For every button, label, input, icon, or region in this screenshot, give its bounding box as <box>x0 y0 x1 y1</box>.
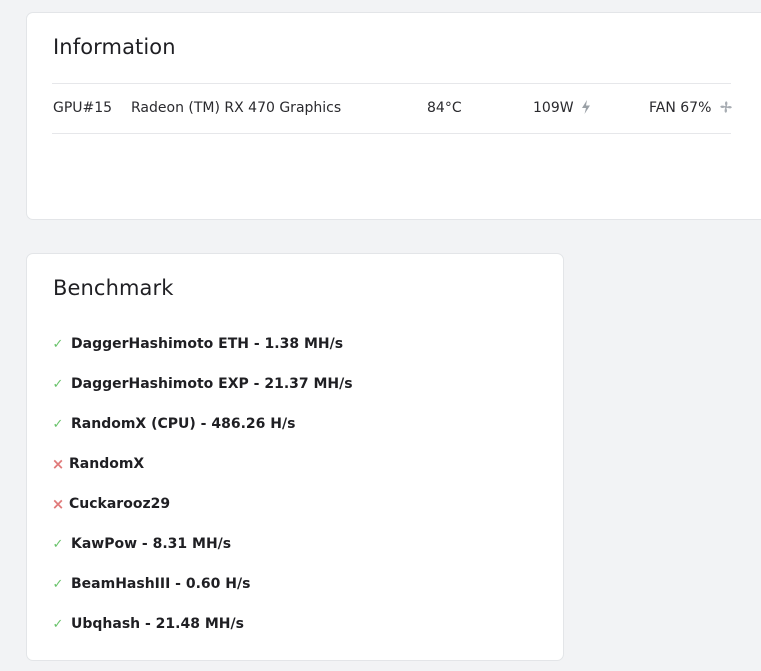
gpu-id: GPU#15 <box>53 100 113 116</box>
benchmark-card: Benchmark ✓ DaggerHashimoto ETH - 1.38 M… <box>26 253 564 661</box>
benchmark-list: ✓ DaggerHashimoto ETH - 1.38 MH/s ✓ Dagg… <box>51 324 353 644</box>
bolt-icon <box>581 100 591 118</box>
gpu-name: Radeon (TM) RX 470 Graphics <box>131 100 342 116</box>
benchmark-item-label: RandomX (CPU) - 486.26 H/s <box>71 416 296 432</box>
check-icon: ✓ <box>52 536 64 552</box>
benchmark-item: ✓ DaggerHashimoto ETH - 1.38 MH/s <box>51 324 353 364</box>
benchmark-item-label: BeamHashIII - 0.60 H/s <box>71 576 251 592</box>
benchmark-item: ✓ RandomX (CPU) - 486.26 H/s <box>51 404 353 444</box>
benchmark-item: ✓ Ubqhash - 21.48 MH/s <box>51 604 353 644</box>
fan-icon <box>719 100 733 118</box>
benchmark-item-label: Ubqhash - 21.48 MH/s <box>71 616 244 632</box>
benchmark-item: ✓ DaggerHashimoto EXP - 21.37 MH/s <box>51 364 353 404</box>
gpu-fan: FAN 67% <box>649 100 712 116</box>
check-icon: ✓ <box>52 376 64 392</box>
gpu-temperature: 84°C <box>427 100 462 116</box>
check-icon: ✓ <box>52 576 64 592</box>
gpu-power: 109W <box>533 100 574 116</box>
check-icon: ✓ <box>52 416 64 432</box>
benchmark-item: × RandomX <box>51 444 353 484</box>
benchmark-item-label: RandomX <box>69 456 145 472</box>
benchmark-item: ✓ KawPow - 8.31 MH/s <box>51 524 353 564</box>
benchmark-item: × Cuckarooz29 <box>51 484 353 524</box>
benchmark-item: ✓ BeamHashIII - 0.60 H/s <box>51 564 353 604</box>
benchmark-title: Benchmark <box>53 276 174 300</box>
benchmark-item-label: DaggerHashimoto EXP - 21.37 MH/s <box>71 376 353 392</box>
cross-icon: × <box>51 495 65 513</box>
check-icon: ✓ <box>52 616 64 632</box>
benchmark-item-label: KawPow - 8.31 MH/s <box>71 536 232 552</box>
check-icon: ✓ <box>52 336 64 352</box>
benchmark-item-label: DaggerHashimoto ETH - 1.38 MH/s <box>71 336 344 352</box>
cross-icon: × <box>51 455 65 473</box>
information-title: Information <box>53 35 176 59</box>
benchmark-item-label: Cuckarooz29 <box>69 496 171 512</box>
information-card: Information GPU#15 Radeon (TM) RX 470 Gr… <box>26 12 761 220</box>
gpu-row[interactable]: GPU#15 Radeon (TM) RX 470 Graphics 84°C … <box>52 83 733 134</box>
